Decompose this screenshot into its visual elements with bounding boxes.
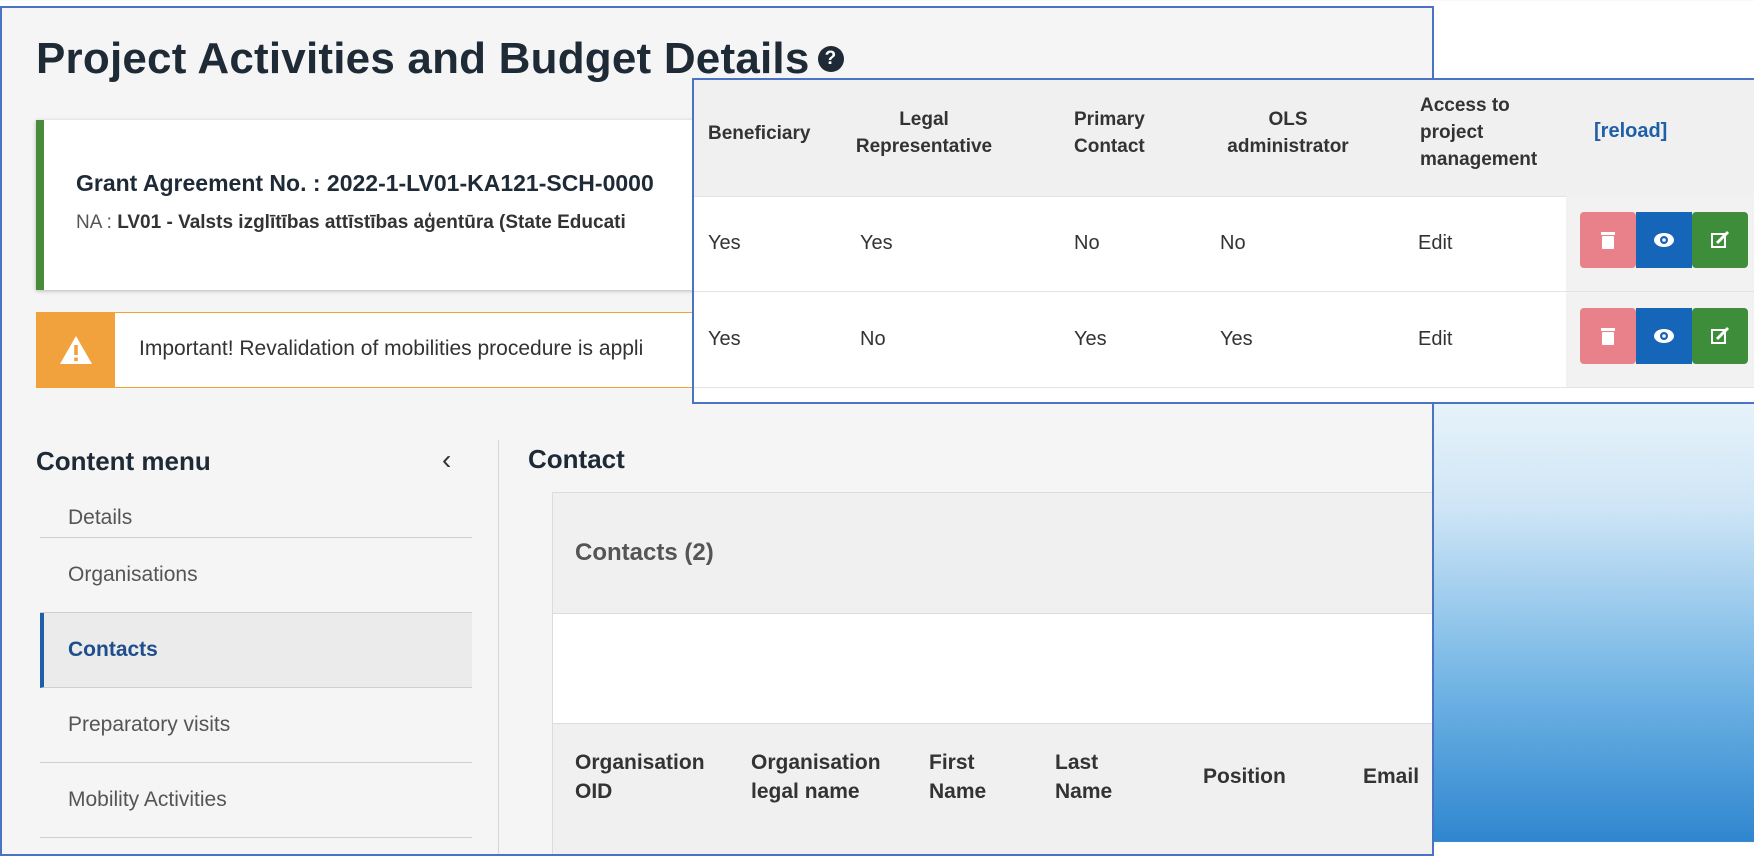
na-value: LV01 - Valsts izglītības attīstības aģen… [117, 212, 626, 233]
edit-button[interactable] [1692, 212, 1748, 268]
page-title-text: Project Activities and Budget Details [36, 34, 810, 83]
column-first-name[interactable]: First Name [929, 748, 999, 806]
content-menu-list: Details Organisations Contacts Preparato… [40, 482, 472, 838]
cell-ols-administrator: No [1220, 232, 1246, 254]
warning-icon-box [37, 313, 115, 387]
cell-primary-contact: Yes [1074, 328, 1107, 350]
contacts-card: Contacts (2) Organisation OID Organisati… [552, 492, 1432, 854]
content-menu-title: Content menu [36, 446, 211, 476]
menu-item-preparatory-visits[interactable]: Preparatory visits [40, 688, 472, 763]
edit-icon [1711, 230, 1730, 248]
warning-triangle-icon [60, 336, 92, 364]
header-beneficiary: Beneficiary [708, 123, 811, 144]
header-ols-administrator: OLS administrator [1227, 109, 1349, 157]
national-agency-line: NA : LV01 - Valsts izglītības attīstības… [76, 212, 626, 234]
contacts-overlay-table: Beneficiary Legal Representative Primary… [692, 78, 1754, 404]
contacts-card-title: Contacts (2) [553, 493, 1432, 614]
question-circle-icon[interactable]: ? [817, 46, 844, 72]
page-title: Project Activities and Budget Details ? [36, 34, 844, 84]
eye-icon [1654, 329, 1674, 343]
eye-icon [1654, 233, 1674, 247]
table-row: Yes Yes No No Edit [694, 196, 1754, 292]
grant-agreement-number: Grant Agreement No. : 2022-1-LV01-KA121-… [76, 170, 654, 196]
menu-item-details[interactable]: Details [40, 482, 472, 538]
column-organisation-legal-name[interactable]: Organisation legal name [751, 748, 901, 806]
menu-item-organisations[interactable]: Organisations [40, 538, 472, 613]
menu-item-mobility-activities[interactable]: Mobility Activities [40, 763, 472, 838]
view-button[interactable] [1636, 212, 1692, 268]
menu-divider [498, 440, 499, 854]
header-legal-representative: Legal Representative [855, 109, 993, 157]
delete-button[interactable] [1580, 212, 1636, 268]
cell-access: Edit [1418, 232, 1453, 254]
cell-beneficiary: Yes [708, 328, 741, 350]
row-actions [1566, 292, 1754, 387]
column-organisation-oid[interactable]: Organisation OID [575, 748, 725, 806]
table-row: Yes No Yes Yes Edit [694, 292, 1754, 388]
cell-legal-representative: No [860, 328, 886, 350]
column-position[interactable]: Position [1203, 762, 1286, 791]
overlay-table-header: Beneficiary Legal Representative Primary… [694, 80, 1754, 197]
header-access-to-project-management: Access to project management [1420, 95, 1538, 170]
trash-icon [1601, 328, 1615, 345]
reload-link[interactable]: [reload] [1594, 120, 1667, 143]
delete-button[interactable] [1580, 308, 1636, 364]
na-prefix: NA : [76, 212, 118, 233]
edit-button[interactable] [1692, 308, 1748, 364]
trash-icon [1601, 232, 1615, 249]
cell-ols-administrator: Yes [1220, 328, 1253, 350]
warning-text: Important! Revalidation of mobilities pr… [139, 337, 644, 360]
column-last-name[interactable]: Last Name [1055, 748, 1125, 806]
cell-beneficiary: Yes [708, 232, 741, 254]
edit-icon [1711, 326, 1730, 344]
view-button[interactable] [1636, 308, 1692, 364]
column-email[interactable]: Email [1363, 762, 1419, 791]
contacts-table-header: Organisation OID Organisation legal name… [553, 723, 1432, 854]
cell-legal-representative: Yes [860, 232, 893, 254]
cell-primary-contact: No [1074, 232, 1100, 254]
menu-item-contacts[interactable]: Contacts [40, 613, 472, 688]
header-primary-contact: Primary Contact [1074, 109, 1145, 157]
cell-access: Edit [1418, 328, 1453, 350]
contact-section-title: Contact [528, 444, 625, 474]
row-actions [1566, 196, 1754, 291]
chevron-left-icon[interactable]: ‹ [442, 446, 451, 474]
